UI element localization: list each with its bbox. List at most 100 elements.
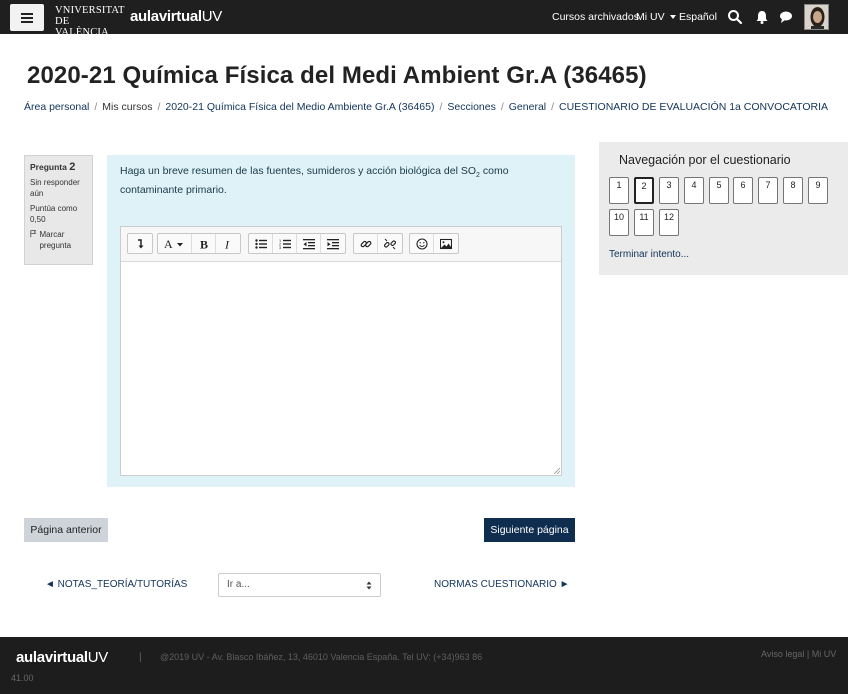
link-icon: [360, 240, 371, 247]
quiz-nav-question-4[interactable]: 4: [684, 177, 704, 204]
svg-text:I: I: [224, 238, 230, 250]
footer-logo-text: aulavirtual: [16, 649, 88, 666]
toolbar-group-format: A B I: [157, 233, 241, 254]
emoji-icon: [415, 237, 428, 250]
aulavirtual-logo-uv: UV: [201, 8, 223, 25]
emoji-button[interactable]: [410, 234, 434, 253]
language-label: Español: [679, 11, 717, 23]
search-icon[interactable]: [727, 9, 743, 25]
image-button[interactable]: [434, 234, 458, 253]
chat-icon[interactable]: [778, 9, 794, 25]
user-avatar[interactable]: [804, 4, 829, 30]
mi-uv-link[interactable]: Mi UV: [636, 0, 665, 34]
svg-text:A: A: [164, 238, 173, 250]
resize-handle-icon[interactable]: [554, 468, 560, 474]
question-info: Pregunta 2 Sin responder aún Puntúa como…: [24, 155, 93, 265]
question-score: Puntúa como 0,50: [30, 204, 78, 224]
flag-question-label: Marcar pregunta: [39, 230, 72, 250]
ordered-list-button[interactable]: 123: [273, 234, 297, 253]
answer-editor: A B I 123: [120, 226, 562, 476]
svg-text:B: B: [200, 238, 208, 250]
toolbar-group-media: [409, 233, 459, 254]
footer-version: 41.00: [11, 673, 34, 683]
next-page-button[interactable]: Siguiente página: [484, 518, 575, 542]
breadcrumb-separator: /: [551, 101, 555, 113]
finish-attempt-link[interactable]: Terminar intento...: [609, 249, 689, 260]
breadcrumb-separator: /: [500, 101, 504, 113]
menu-toggle-button[interactable]: [10, 4, 44, 31]
outdent-button[interactable]: [297, 234, 321, 253]
font-style-button[interactable]: A: [158, 234, 192, 253]
bold-button[interactable]: B: [192, 234, 216, 253]
breadcrumb-item-general[interactable]: General: [509, 101, 546, 113]
toolbar-group-links: [353, 233, 403, 254]
unordered-list-button[interactable]: [249, 234, 273, 253]
quiz-nav-question-3[interactable]: 3: [659, 177, 679, 204]
breadcrumb-item-my-courses: Mis cursos: [102, 101, 153, 113]
language-menu[interactable]: Español: [670, 0, 717, 34]
university-logo[interactable]: VNIVERSITAT DE VALÈNCIA: [55, 5, 125, 38]
outdent-icon: [302, 238, 315, 249]
archived-courses-link[interactable]: Cursos archivados: [552, 0, 639, 34]
quiz-nav-question-10[interactable]: 10: [609, 209, 629, 236]
question-number-value: 2: [69, 161, 76, 173]
question-text-before: Haga un breve resumen de las fuentes, su…: [120, 165, 477, 177]
footer-logo[interactable]: aulavirtualUV: [16, 649, 108, 666]
quiz-nav-question-1[interactable]: 1: [609, 177, 629, 204]
italic-button[interactable]: I: [216, 234, 240, 253]
font-style-icon: A: [164, 238, 183, 250]
question-content: Haga un breve resumen de las fuentes, su…: [107, 155, 575, 487]
image-icon: [440, 238, 452, 249]
university-logo-line1: VNIVERSITAT: [55, 5, 125, 16]
aulavirtual-logo[interactable]: aulavirtual UV: [130, 8, 222, 25]
user-avatar-icon: [805, 5, 828, 29]
question-number: Pregunta 2: [30, 162, 87, 173]
footer-links[interactable]: Aviso legal | Mi UV: [761, 649, 836, 659]
quiz-nav-question-5[interactable]: 5: [709, 177, 729, 204]
collapse-icon: [138, 238, 144, 248]
next-activity-link[interactable]: NORMAS CUESTIONARIO ►: [434, 579, 569, 590]
aulavirtual-logo-text: aulavirtual: [130, 8, 202, 25]
quiz-nav-question-6[interactable]: 6: [733, 177, 753, 204]
quiz-nav-question-8[interactable]: 8: [783, 177, 803, 204]
breadcrumb-separator: /: [157, 101, 161, 113]
breadcrumb-separator: /: [94, 101, 98, 113]
unlink-button[interactable]: [378, 234, 402, 253]
question-text: Haga un breve resumen de las fuentes, su…: [120, 164, 520, 197]
quiz-nav-question-12[interactable]: 12: [659, 209, 679, 236]
italic-icon: I: [224, 238, 230, 250]
unlink-icon: [384, 238, 396, 249]
breadcrumb-separator: /: [439, 101, 443, 113]
breadcrumb-item-course[interactable]: 2020-21 Química Física del Medio Ambient…: [165, 101, 434, 113]
quiz-nav-question-11[interactable]: 11: [634, 209, 654, 236]
flag-icon: [30, 230, 37, 238]
caret-down-icon: [670, 15, 676, 19]
quiz-nav-question-7[interactable]: 7: [758, 177, 778, 204]
flag-question-button[interactable]: Marcar pregunta: [30, 229, 87, 251]
indent-button[interactable]: [321, 234, 345, 253]
quiz-nav-question-2[interactable]: 2: [634, 177, 654, 204]
breadcrumb-item-sections[interactable]: Secciones: [447, 101, 495, 113]
footer-logo-uv: UV: [87, 649, 109, 666]
university-logo-line2: DE VALÈNCIA: [55, 16, 109, 38]
bell-icon[interactable]: [754, 9, 770, 25]
indent-icon: [327, 238, 339, 249]
breadcrumb-item-quiz[interactable]: CUESTIONARIO DE EVALUACIÓN 1a CONVOCATOR…: [559, 101, 828, 113]
previous-activity-link[interactable]: ◄ NOTAS_TEORÍA/TUTORÍAS: [45, 579, 187, 590]
quiz-navigation-title: Navegación por el cuestionario: [619, 153, 791, 167]
breadcrumb-item-home[interactable]: Área personal: [24, 101, 89, 113]
link-button[interactable]: [354, 234, 378, 253]
select-arrows-icon: [366, 581, 372, 590]
page-title: 2020-21 Química Física del Medi Ambient …: [27, 62, 647, 89]
previous-page-button[interactable]: Página anterior: [24, 518, 108, 542]
question-status: Sin responder aún: [30, 178, 80, 198]
breadcrumb: Área personal / Mis cursos / 2020-21 Quí…: [24, 101, 828, 113]
collapse-button[interactable]: [128, 234, 152, 253]
answer-text-area[interactable]: [121, 262, 561, 475]
svg-text:3: 3: [279, 246, 281, 250]
footer-address: @2019 UV - Av. Blasco Ibáñez, 13, 46010 …: [160, 652, 483, 662]
unordered-list-icon: [254, 238, 267, 249]
toolbar-group-collapse: [127, 233, 153, 254]
quiz-nav-question-9[interactable]: 9: [808, 177, 828, 204]
jump-to-activity-select[interactable]: Ir a...: [218, 573, 381, 597]
